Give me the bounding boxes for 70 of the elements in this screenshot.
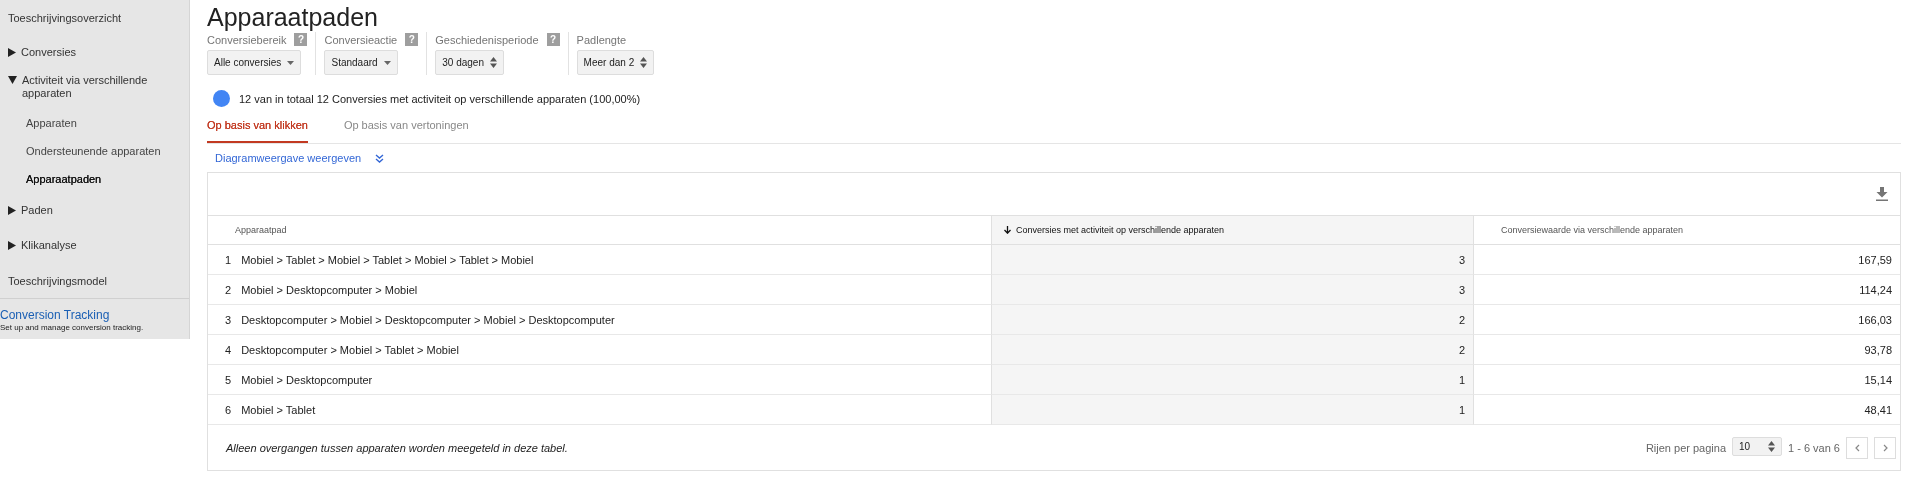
up-down-arrows-icon [489, 57, 497, 68]
up-down-arrows-icon [640, 57, 648, 68]
sidebar-item[interactable]: Toeschrijvingsmodel [0, 263, 189, 298]
sidebar-item[interactable]: Apparaatpaden [0, 165, 189, 193]
chevron-left-icon [1854, 443, 1860, 452]
table-cell: 15,14 [1474, 365, 1900, 395]
table-cell: 1 [991, 365, 1474, 395]
table-cell: Mobiel > Desktopcomputer > Mobiel [241, 283, 418, 296]
table-cell: 3 [991, 245, 1474, 275]
table-cell: 166,03 [1474, 305, 1900, 335]
row-number: 2 [225, 283, 232, 296]
sidebar-group[interactable]: Klikanalyse [0, 228, 189, 263]
table-cell: 2 [991, 305, 1474, 335]
dropdown-button[interactable]: Standaard [324, 50, 398, 75]
select-field[interactable]: 30 dagen [435, 50, 504, 75]
expand-arrow-icon [8, 206, 16, 215]
expand-arrow-icon [8, 48, 16, 57]
tab[interactable]: Op basis van vertoningen [343, 115, 469, 143]
caret-down-icon [287, 60, 295, 65]
filter-label: Conversieactie [324, 33, 398, 46]
up-down-arrows-icon [1768, 440, 1775, 452]
table-cell: 48,41 [1474, 395, 1900, 425]
rows-per-page-select[interactable]: 10 [1732, 436, 1782, 456]
row-number: 3 [225, 313, 232, 326]
row-number: 4 [225, 343, 232, 356]
diagram-view-link[interactable]: Diagramweergave weergeven [215, 152, 362, 164]
table-cell: Mobiel > Tablet > Mobiel > Tablet > Mobiel > Tablet > Mobiel [241, 253, 534, 266]
table-cell: Mobiel > Desktopcomputer [241, 373, 373, 386]
page-title: Apparaatpaden [207, 4, 379, 30]
table-cell: 93,78 [1474, 335, 1900, 365]
sidebar-group[interactable]: Activiteit via verschillende apparaten [0, 70, 189, 109]
sidebar-group[interactable]: Conversies [0, 35, 189, 70]
dropdown-button[interactable]: Alle conversies [207, 50, 302, 75]
download-icon[interactable] [1876, 187, 1888, 201]
table-cell: Desktopcomputer > Mobiel > Desktopcomputer > Mobiel > Desktopcomputer [241, 313, 615, 326]
tab[interactable]: Op basis van klikken [207, 115, 308, 143]
row-number: 1 [225, 253, 232, 266]
filter-label: Padlengte [576, 33, 627, 46]
expand-arrow-icon [8, 241, 16, 250]
double-chevron-down-icon[interactable] [375, 153, 385, 163]
column-header[interactable]: Apparaatpad [208, 216, 991, 245]
chevron-right-icon [1882, 443, 1888, 452]
column-header[interactable]: Conversies met activiteit op verschillende apparaten [991, 216, 1474, 245]
promo-description: Set up and manage conversion tracking. [0, 323, 145, 332]
table-cell: Desktopcomputer > Mobiel > Tablet > Mobiel [241, 343, 459, 356]
select-field[interactable]: Meer dan 2 [576, 50, 655, 75]
caret-down-icon [383, 60, 391, 65]
table-cell: Mobiel > Tablet [241, 403, 316, 416]
sidebar-item[interactable]: Apparaten [0, 109, 189, 137]
table-cell: 3 [991, 275, 1474, 305]
row-number: 5 [225, 373, 232, 386]
table-cell: 2 [991, 335, 1474, 365]
table-cell: 1 [991, 395, 1474, 425]
sort-down-arrow-icon [1004, 226, 1011, 234]
rows-per-page-label: Rijen per pagina [1645, 441, 1726, 454]
conversion-tracking-link[interactable]: Conversion Tracking [0, 308, 189, 322]
table-footnote: Alleen overgangen tussen apparaten worden meegeteld in deze tabel. [226, 441, 568, 454]
filter-label: Conversiebereik [207, 33, 287, 46]
summary-text: 12 van in totaal 12 Conversies met activiteit op verschillende apparaten (100,00%) [239, 92, 641, 105]
sidebar-group[interactable]: Paden [0, 193, 189, 228]
legend-dot [213, 90, 230, 107]
page-range: 1 - 6 van 6 [1788, 441, 1840, 454]
table-cell: 114,24 [1474, 275, 1900, 305]
filter-label: Geschiedenisperiode [435, 33, 539, 46]
collapse-arrow-icon [8, 76, 17, 84]
row-number: 6 [225, 403, 232, 416]
sidebar-item[interactable]: Toeschrijvingsoverzicht [0, 0, 189, 35]
column-header[interactable]: Conversiewaarde via verschillende apparaten [1474, 216, 1900, 245]
sidebar-item[interactable]: Ondersteunende apparaten [0, 137, 189, 165]
table-cell: 167,59 [1474, 245, 1900, 275]
